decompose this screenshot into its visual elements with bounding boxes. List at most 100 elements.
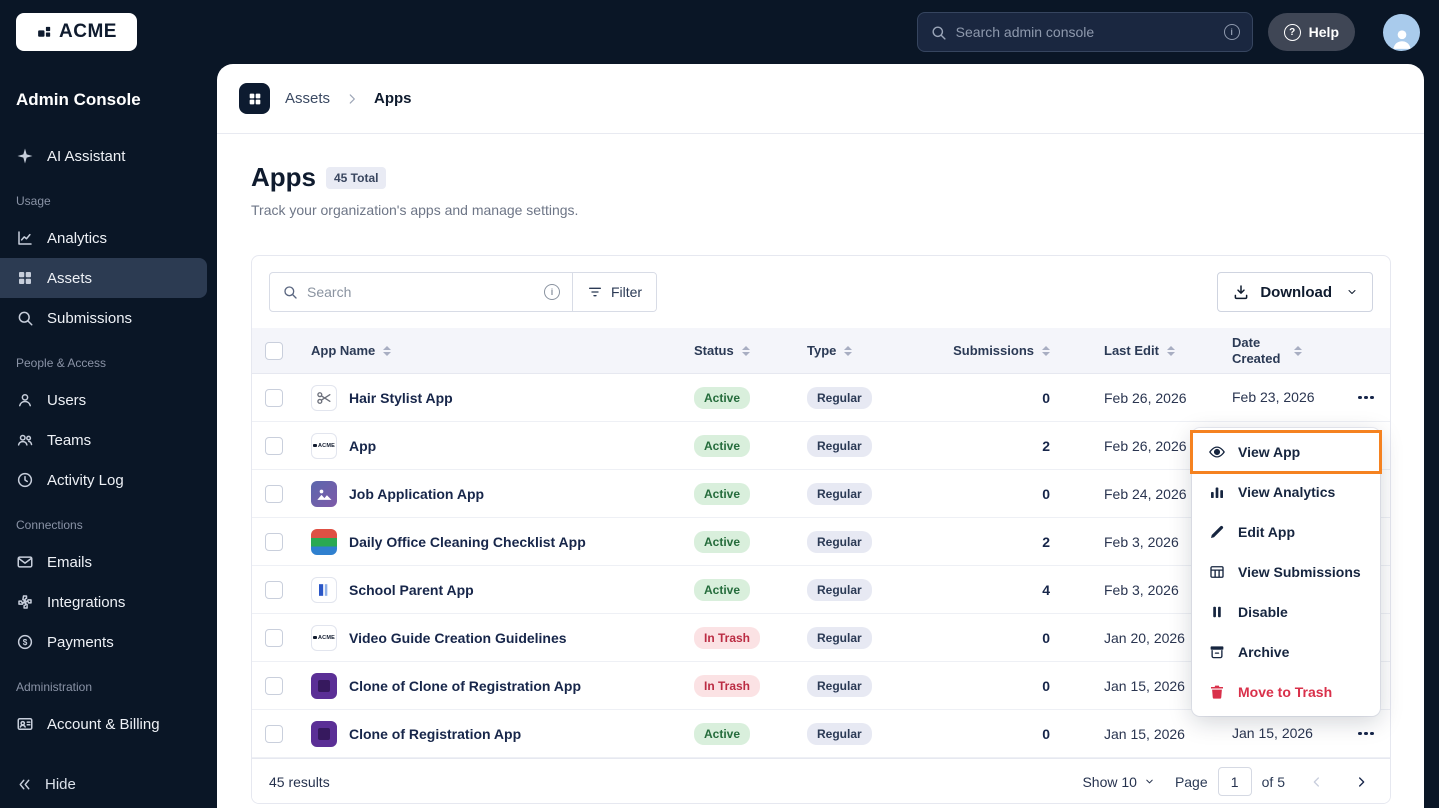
breadcrumb-parent-link[interactable]: Assets: [285, 90, 330, 107]
sidebar-item-integrations[interactable]: Integrations: [0, 582, 217, 622]
svg-text:$: $: [23, 638, 28, 647]
results-count: 45 results: [269, 774, 330, 790]
submissions-count: 4: [1042, 582, 1050, 598]
sidebar-item-label: Emails: [47, 554, 92, 571]
next-page-button[interactable]: [1349, 770, 1373, 794]
menu-item-move-to-trash[interactable]: Move to Trash: [1192, 672, 1380, 712]
status-badge: Active: [694, 387, 750, 409]
person-icon: [1389, 25, 1415, 51]
table-footer: 45 results Show 10 Page of 5: [252, 758, 1390, 804]
menu-item-label: Edit App: [1238, 524, 1295, 540]
row-checkbox[interactable]: [265, 437, 283, 455]
select-all-checkbox[interactable]: [265, 342, 283, 360]
menu-item-edit-app[interactable]: Edit App: [1192, 512, 1380, 552]
menu-item-disable[interactable]: Disable: [1192, 592, 1380, 632]
registration-app-icon: [311, 721, 337, 747]
last-edit-date: Jan 15, 2026: [1088, 726, 1215, 742]
sidebar-hide-button[interactable]: Hide: [0, 764, 217, 804]
breadcrumb-current: Apps: [374, 90, 412, 107]
type-badge: Regular: [807, 531, 872, 553]
download-button[interactable]: Download: [1217, 272, 1373, 312]
sidebar-item-account-billing[interactable]: Account & Billing: [0, 704, 217, 744]
app-name-link[interactable]: School Parent App: [349, 582, 474, 598]
chevron-left-icon: [1309, 774, 1325, 790]
page-number-input[interactable]: [1218, 767, 1252, 796]
date-created: Feb 23, 2026: [1215, 389, 1342, 406]
table-search-input[interactable]: [307, 284, 535, 300]
sort-icon[interactable]: [1294, 346, 1302, 356]
bar-chart-icon: [1208, 483, 1226, 501]
sidebar-item-ai-assistant[interactable]: AI Assistant: [0, 136, 217, 176]
table-search[interactable]: [270, 273, 572, 311]
app-name-link[interactable]: Job Application App: [349, 486, 484, 502]
row-checkbox[interactable]: [265, 389, 283, 407]
type-badge: Regular: [807, 723, 872, 745]
sidebar-item-payments[interactable]: $ Payments: [0, 622, 217, 662]
sidebar-item-label: Assets: [47, 270, 92, 287]
sort-icon[interactable]: [742, 346, 750, 356]
row-checkbox[interactable]: [265, 533, 283, 551]
table-row[interactable]: Clone of Registration App Active Regular…: [252, 710, 1390, 758]
avatar[interactable]: [1383, 14, 1420, 51]
search-icon: [930, 24, 947, 41]
sidebar-item-teams[interactable]: Teams: [0, 420, 217, 460]
sidebar-item-users[interactable]: Users: [0, 380, 217, 420]
acme-app-icon: ACME: [311, 433, 337, 459]
sidebar-item-emails[interactable]: Emails: [0, 542, 217, 582]
sidebar-item-submissions[interactable]: Submissions: [0, 298, 217, 338]
column-header-date-created: Date Created: [1232, 335, 1286, 366]
search-icon: [16, 309, 34, 327]
sidebar-item-activity-log[interactable]: Activity Log: [0, 460, 217, 500]
row-checkbox[interactable]: [265, 485, 283, 503]
admin-search-input[interactable]: [956, 24, 1215, 40]
app-name-link[interactable]: Hair Stylist App: [349, 390, 453, 406]
info-icon[interactable]: [1224, 24, 1240, 40]
app-name-link[interactable]: Daily Office Cleaning Checklist App: [349, 534, 586, 550]
menu-item-archive[interactable]: Archive: [1192, 632, 1380, 672]
menu-item-view-app[interactable]: View App: [1192, 432, 1380, 472]
column-header-submissions: Submissions: [953, 343, 1034, 358]
page-size-select[interactable]: Show 10: [1082, 774, 1154, 790]
info-icon[interactable]: [544, 284, 560, 300]
row-checkbox[interactable]: [265, 629, 283, 647]
sidebar-item-label: Account & Billing: [47, 716, 160, 733]
sidebar-section-people: People & Access: [0, 338, 217, 380]
submissions-count: 0: [1042, 390, 1050, 406]
sort-icon[interactable]: [383, 346, 391, 356]
table-row[interactable]: Hair Stylist App Active Regular 0 Feb 26…: [252, 374, 1390, 422]
row-actions-button[interactable]: [1354, 390, 1378, 406]
date-created: Jan 15, 2026: [1215, 725, 1342, 742]
sidebar-item-analytics[interactable]: Analytics: [0, 218, 217, 258]
row-checkbox[interactable]: [265, 725, 283, 743]
row-actions-button[interactable]: [1354, 726, 1378, 742]
admin-search[interactable]: [917, 12, 1253, 52]
app-name-link[interactable]: Video Guide Creation Guidelines: [349, 630, 567, 646]
sidebar: Admin Console AI Assistant Usage Analyti…: [0, 64, 217, 808]
filter-button[interactable]: Filter: [573, 273, 656, 311]
app-name-link[interactable]: Clone of Clone of Registration App: [349, 678, 581, 694]
dollar-icon: $: [16, 633, 34, 651]
menu-item-view-analytics[interactable]: View Analytics: [1192, 472, 1380, 512]
previous-page-button[interactable]: [1305, 770, 1329, 794]
pencil-icon: [1208, 523, 1226, 541]
sparkle-icon: [16, 147, 34, 165]
sidebar-item-assets[interactable]: Assets: [0, 258, 207, 298]
help-button[interactable]: Help: [1268, 13, 1355, 51]
page-size-label: Show 10: [1082, 774, 1136, 790]
row-checkbox[interactable]: [265, 677, 283, 695]
app-name-link[interactable]: Clone of Registration App: [349, 726, 521, 742]
sidebar-item-label: Analytics: [47, 230, 107, 247]
type-badge: Regular: [807, 627, 872, 649]
breadcrumb: Assets Apps: [217, 64, 1424, 134]
sidebar-item-label: Users: [47, 392, 86, 409]
page-header: Apps 45 Total Track your organization's …: [217, 134, 1424, 218]
sort-icon[interactable]: [1042, 346, 1050, 356]
app-name-link[interactable]: App: [349, 438, 376, 454]
menu-item-view-submissions[interactable]: View Submissions: [1192, 552, 1380, 592]
row-checkbox[interactable]: [265, 581, 283, 599]
last-edit-date: Feb 26, 2026: [1088, 390, 1215, 406]
sort-icon[interactable]: [1167, 346, 1175, 356]
sidebar-item-label: AI Assistant: [47, 148, 125, 165]
acme-logo[interactable]: ACME: [16, 13, 137, 51]
sort-icon[interactable]: [844, 346, 852, 356]
